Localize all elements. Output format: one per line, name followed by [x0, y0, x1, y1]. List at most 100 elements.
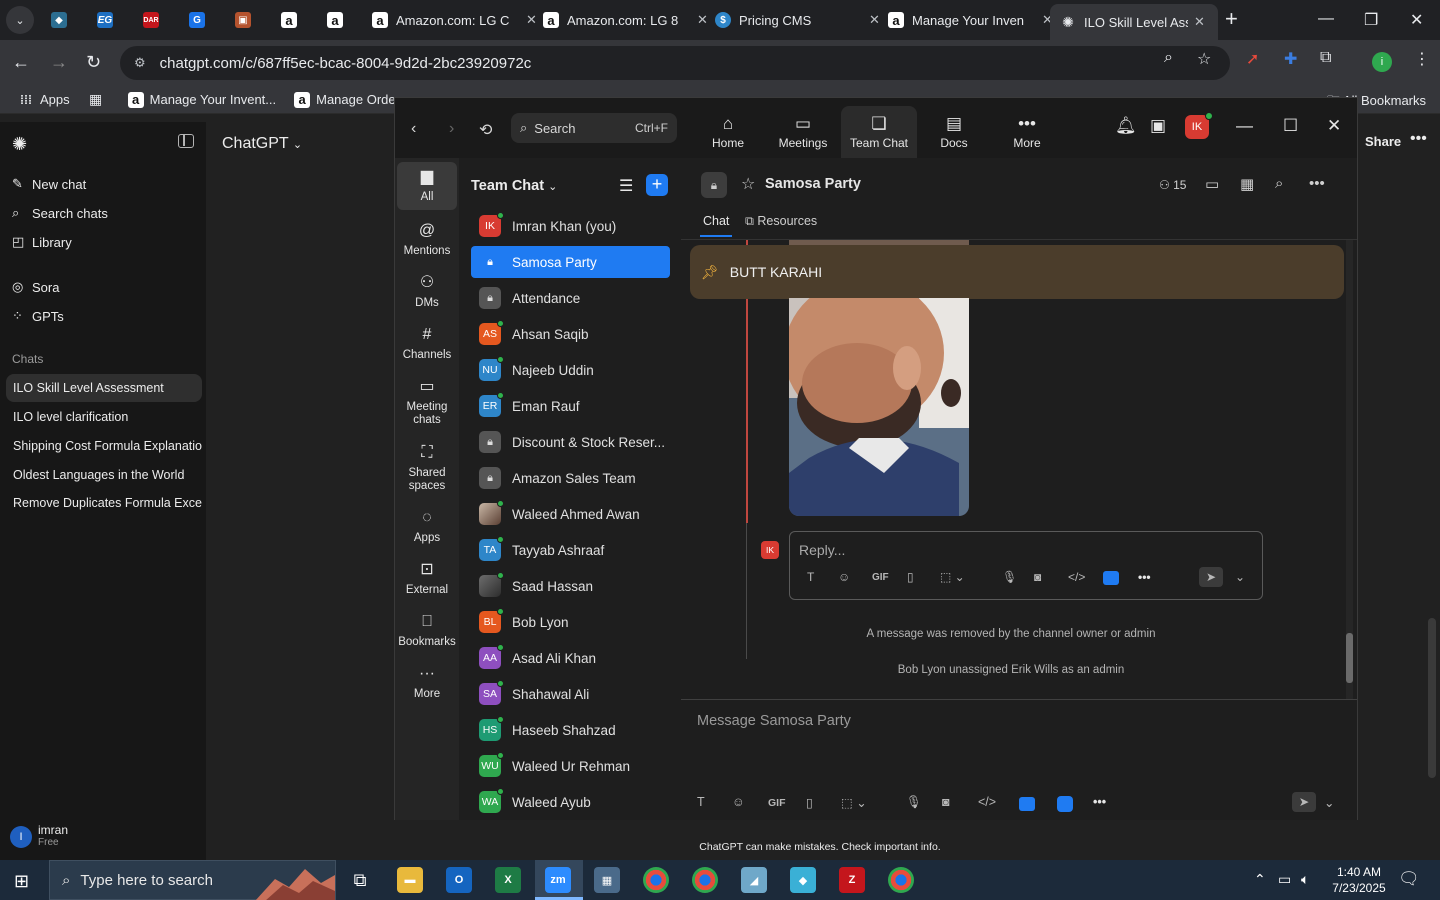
- conversation-item[interactable]: HS Haseeb Shahzad: [471, 714, 670, 746]
- sidebar-toggle-icon[interactable]: [178, 134, 194, 148]
- conversation-item[interactable]: WU Waleed Ur Rehman: [471, 750, 670, 782]
- minimize-icon[interactable]: —: [1236, 116, 1253, 136]
- close-icon[interactable]: ✕: [1327, 116, 1341, 136]
- sidebar-item-new-chat[interactable]: ✎ New chat: [12, 176, 86, 192]
- filezilla-icon[interactable]: Z: [839, 867, 865, 893]
- gif-icon[interactable]: GIF: [768, 797, 786, 809]
- chat-history-item[interactable]: ILO Skill Level Assessment: [6, 374, 202, 402]
- system-clock[interactable]: 1:40 AM 7/23/2025: [1322, 864, 1396, 896]
- microphone-icon[interactable]: 🎙︎: [1002, 570, 1017, 584]
- bell-icon[interactable]: 🔔︎: [1115, 116, 1137, 136]
- sidebar-item-library[interactable]: ◰ Library: [12, 234, 72, 250]
- page-scrollbar[interactable]: [1428, 618, 1436, 778]
- conversation-item[interactable]: Saad Hassan: [471, 570, 670, 602]
- app-icon[interactable]: ◢: [741, 867, 767, 893]
- shared-image[interactable]: [789, 298, 969, 516]
- conversation-item[interactable]: 🔒︎ Amazon Sales Team: [471, 462, 670, 494]
- emoji-icon[interactable]: ☺: [838, 570, 850, 584]
- tab-resources[interactable]: ⧉ Resources: [745, 214, 817, 229]
- extension-icon[interactable]: ✚: [1284, 49, 1297, 69]
- reply-input[interactable]: Reply... T ☺ GIF ▯ ⬚ ⌄ 🎙︎ ◙ </> ••• ➤ ⌄: [789, 531, 1263, 600]
- chevron-down-icon[interactable]: ⌄: [1324, 795, 1334, 810]
- bookmark-manage-inventory[interactable]: a Manage Your Invent...: [127, 91, 276, 108]
- conversation-item[interactable]: BL Bob Lyon: [471, 606, 670, 638]
- extensions-puzzle-icon[interactable]: ⧉: [1320, 49, 1331, 67]
- star-icon[interactable]: ☆: [1197, 49, 1211, 69]
- chat-scrollbar-thumb[interactable]: [1346, 633, 1353, 683]
- model-selector[interactable]: ChatGPT ⌄: [222, 135, 302, 153]
- rail-channels[interactable]: # Channels: [397, 320, 457, 362]
- pinned-tab[interactable]: EG: [92, 8, 118, 32]
- bookmark-grid[interactable]: ▦: [88, 91, 110, 108]
- app-icon[interactable]: ◆: [790, 867, 816, 893]
- share-button[interactable]: Share: [1365, 134, 1401, 149]
- close-icon[interactable]: ✕: [1194, 14, 1205, 30]
- team-chat-dropdown[interactable]: Team Chat ⌄: [471, 178, 557, 194]
- member-count[interactable]: ⚇ 15: [1159, 178, 1186, 192]
- conversation-item[interactable]: AS Ahsan Saqib: [471, 318, 670, 350]
- chrome-icon[interactable]: [888, 867, 914, 893]
- chrome-icon[interactable]: [643, 867, 669, 893]
- app-icon[interactable]: [1057, 796, 1073, 812]
- conversation-item[interactable]: 🔒︎ Attendance: [471, 282, 670, 314]
- video-call-icon[interactable]: ▭: [1205, 175, 1219, 193]
- tab-search-button[interactable]: ⌄: [6, 6, 34, 34]
- chat-scrollbar[interactable]: [1346, 240, 1353, 700]
- openai-logo-icon[interactable]: ✺: [12, 134, 27, 155]
- message-composer[interactable]: Message Samosa Party T ☺ GIF ▯ ⬚ ⌄ 🎙︎ ◙ …: [681, 699, 1357, 820]
- search-icon[interactable]: ⌕: [1275, 175, 1283, 192]
- rail-mentions[interactable]: @ Mentions: [397, 216, 457, 258]
- browser-tab[interactable]: $ Pricing CMS ✕: [705, 4, 890, 36]
- rail-shared-spaces[interactable]: ⛶ Shared spaces: [397, 438, 457, 493]
- chat-history-item[interactable]: ILO level clarification: [6, 403, 202, 431]
- kebab-menu-icon[interactable]: ⋮: [1414, 49, 1430, 69]
- user-menu[interactable]: I imran Free: [10, 824, 68, 849]
- windows-start-icon[interactable]: ⊞: [14, 871, 29, 892]
- history-icon[interactable]: ⟲: [479, 120, 492, 140]
- forward-icon[interactable]: →: [50, 52, 68, 73]
- screenshot-icon[interactable]: ⬚ ⌄: [841, 795, 867, 810]
- conversation-item[interactable]: TA Tayyab Ashraaf: [471, 534, 670, 566]
- tab-home[interactable]: ⌂ Home: [690, 106, 766, 158]
- text-format-icon[interactable]: T: [697, 795, 705, 809]
- pinned-tab[interactable]: G: [184, 8, 210, 32]
- rail-meeting-chats[interactable]: ▭ Meeting chats: [397, 372, 457, 427]
- zoom-search[interactable]: ⌕ Search Ctrl+F: [511, 113, 677, 143]
- emoji-icon[interactable]: ☺: [732, 795, 745, 809]
- tab-meetings[interactable]: ▭ Meetings: [765, 106, 841, 158]
- back-icon[interactable]: ←: [12, 52, 30, 73]
- site-info-icon[interactable]: ⚙: [134, 55, 146, 71]
- more-options-icon[interactable]: •••: [1410, 130, 1427, 148]
- chrome-icon[interactable]: [692, 867, 718, 893]
- conversation-item[interactable]: 🔒︎ Discount & Stock Reser...: [471, 426, 670, 458]
- profile-icon[interactable]: i: [1372, 52, 1392, 72]
- conversation-item[interactable]: Waleed Ahmed Awan: [471, 498, 670, 530]
- pinned-tab[interactable]: ◆: [46, 8, 72, 32]
- chevron-down-icon[interactable]: ⌄: [1235, 570, 1245, 584]
- sidebar-item-gpts[interactable]: ⁘ GPTs: [12, 308, 64, 324]
- conversation-item[interactable]: IK Imran Khan (you): [471, 210, 670, 242]
- network-icon[interactable]: ▭: [1278, 871, 1291, 888]
- address-bar[interactable]: ⚙ chatgpt.com/c/687ff5ec-bcac-8004-9d2d-…: [120, 46, 1230, 80]
- chat-history-item[interactable]: Oldest Languages in the World: [6, 461, 202, 489]
- zoom-icon[interactable]: ⌕: [1164, 49, 1173, 67]
- file-explorer-icon[interactable]: ▬: [397, 867, 423, 893]
- conversation-item[interactable]: SA Shahawal Ali: [471, 678, 670, 710]
- rail-all[interactable]: ▆ All: [397, 162, 457, 210]
- taskbar-search[interactable]: ⌕ Type here to search: [49, 860, 336, 900]
- video-clip-icon[interactable]: ◙: [1034, 570, 1041, 584]
- browser-tab-active[interactable]: ✺ ILO Skill Level Asse ✕: [1050, 4, 1218, 40]
- bookmark-apps[interactable]: ⁞⁞⁞ Apps: [18, 92, 70, 108]
- rail-dms[interactable]: ⚇ DMs: [397, 268, 457, 310]
- pinned-tab[interactable]: DAR: [138, 8, 164, 32]
- whiteboard-icon[interactable]: ▣: [1150, 116, 1166, 136]
- app-icon[interactable]: [1103, 571, 1119, 585]
- tab-team-chat[interactable]: ❏ Team Chat: [841, 106, 917, 158]
- bookmark-manage-orders[interactable]: a Manage Orders: [294, 91, 406, 108]
- conversation-item[interactable]: AA Asad Ali Khan: [471, 642, 670, 674]
- file-icon[interactable]: ▯: [907, 570, 914, 584]
- browser-tab[interactable]: a Amazon.com: LG 8 ✕: [533, 4, 718, 36]
- volume-icon[interactable]: 🔈︎: [1301, 871, 1309, 888]
- more-icon[interactable]: •••: [1093, 795, 1106, 809]
- tab-more[interactable]: ••• More: [989, 106, 1065, 158]
